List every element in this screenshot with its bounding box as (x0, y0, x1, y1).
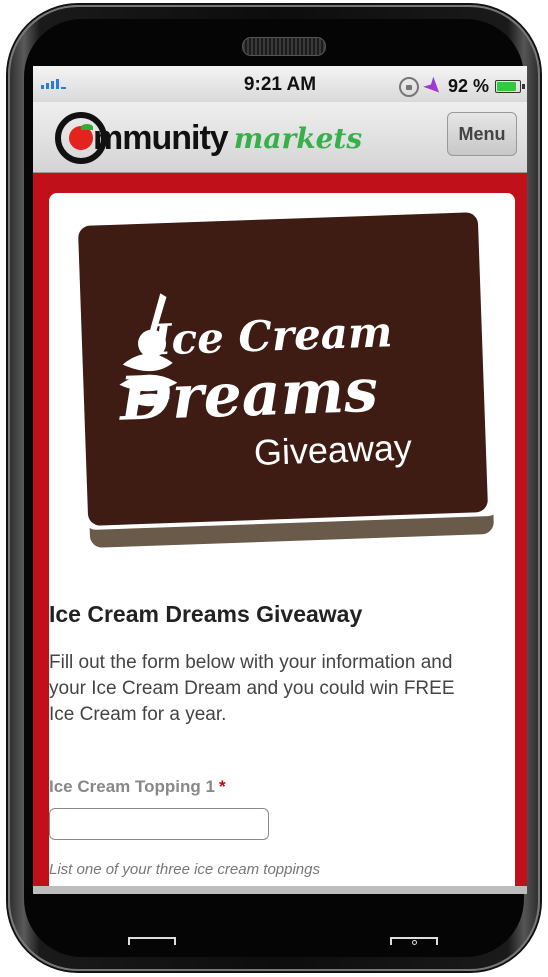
topping-1-input[interactable] (49, 808, 269, 840)
topping-1-label-text: Ice Cream Topping 1 (49, 777, 215, 796)
banner-line-2: Dreams (118, 355, 380, 435)
required-marker: * (218, 777, 226, 796)
logo-word: mmunity (93, 118, 229, 157)
battery-icon (495, 80, 525, 93)
back-button[interactable] (128, 937, 176, 945)
orientation-lock-icon (399, 76, 420, 97)
banner-line-3: Giveaway (253, 426, 413, 474)
community-markets-logo[interactable]: mmunity markets (55, 112, 362, 164)
logo-script: markets (233, 121, 363, 155)
speaker-grille (242, 37, 326, 56)
tomato-icon (69, 124, 93, 150)
form-description: Fill out the form below with your inform… (49, 652, 455, 725)
status-bar: 9:21 AM ➤ 92 % (33, 66, 527, 102)
battery-fill (497, 82, 517, 91)
screen-bottom-bar (33, 886, 527, 894)
topping-1-label: Ice Cream Topping 1 * (49, 777, 226, 797)
home-dot-icon (412, 940, 417, 945)
status-right: ➤ 92 % (399, 73, 525, 101)
location-arrow-icon: ➤ (419, 73, 447, 101)
battery-percent: 92 % (447, 76, 489, 96)
giveaway-banner: Ice Cream Dreams Giveaway (73, 212, 501, 548)
logo-c-tomato-icon (55, 112, 107, 164)
topping-1-hint: List one of your three ice cream topping… (49, 861, 320, 878)
banner-board: Ice Cream Dreams Giveaway (77, 212, 489, 526)
app-header: mmunity markets Menu (33, 102, 527, 173)
menu-button[interactable]: Menu (447, 112, 517, 156)
home-button[interactable] (390, 937, 438, 945)
page-title: Ice Cream Dreams Giveaway (49, 601, 363, 627)
screen: 9:21 AM ➤ 92 % mmunity markets Menu Ice … (33, 66, 527, 889)
